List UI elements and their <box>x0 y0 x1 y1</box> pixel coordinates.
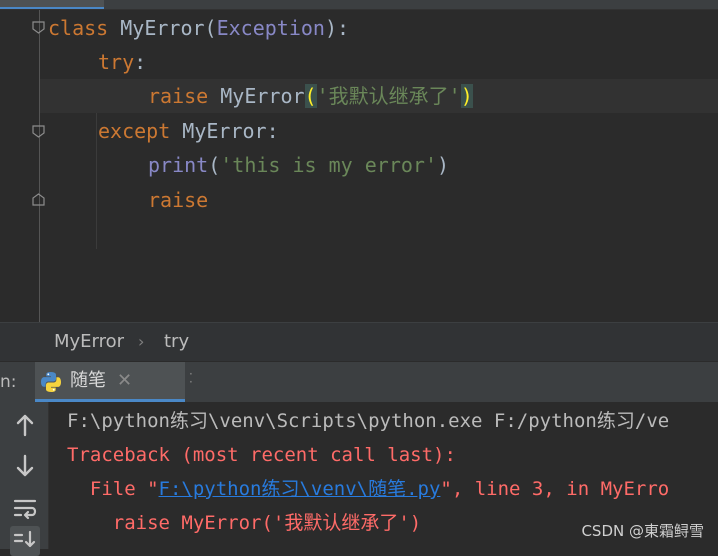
punctuation: : <box>134 50 147 74</box>
fold-end-marker-icon[interactable] <box>32 193 45 206</box>
breadcrumb-item-class[interactable]: MyError <box>54 323 124 361</box>
keyword-try: try <box>98 50 135 74</box>
editor-tab-active[interactable] <box>0 0 104 9</box>
keyword-except: except <box>98 119 171 143</box>
console-traceback-file-line: File "F:\python练习\venv\随笔.py", line 3, i… <box>67 472 669 506</box>
punctuation: ): <box>324 16 350 40</box>
breadcrumb: MyError › try <box>0 322 718 361</box>
arrow-down-icon[interactable] <box>10 451 40 481</box>
code-line-5[interactable]: print('this is my error') <box>148 148 449 182</box>
matched-paren: ( <box>304 84 317 108</box>
string-literal: '我默认继承了' <box>316 84 461 108</box>
arrow-up-icon[interactable] <box>10 410 40 440</box>
scroll-to-end-icon[interactable] <box>10 526 40 556</box>
builtin-function: print <box>148 153 209 177</box>
drag-handle-icon: · · <box>189 367 193 389</box>
close-icon[interactable]: ✕ <box>117 362 132 400</box>
class-name: MyError <box>208 84 305 108</box>
breadcrumb-separator-icon: › <box>138 332 145 351</box>
class-name: MyError( <box>108 16 217 40</box>
code-line-1[interactable]: class MyError(Exception): <box>48 11 349 45</box>
indent-guide <box>96 113 97 249</box>
fold-marker-icon[interactable] <box>32 21 45 34</box>
code-line-4[interactable]: except MyError: <box>98 114 279 148</box>
punctuation: ( <box>208 153 221 177</box>
breadcrumb-item-try[interactable]: try <box>164 323 189 361</box>
run-tab-label: 随笔 <box>70 370 106 391</box>
editor-tab-strip <box>0 0 718 10</box>
keyword-raise: raise <box>148 188 209 212</box>
base-class: Exception <box>216 16 325 40</box>
punctuation: ) <box>437 153 450 177</box>
soft-wrap-icon[interactable] <box>10 493 40 523</box>
string-literal: 'this is my error' <box>220 153 438 177</box>
run-window-label: n: <box>0 372 17 392</box>
traceback-file-prefix: File " <box>67 478 159 500</box>
run-tool-window-header: n: 随笔 ✕ · · <box>0 361 718 402</box>
code-line-3[interactable]: raise MyError('我默认继承了') <box>148 79 473 113</box>
console-traceback-code-line: raise MyError('我默认继承了') <box>67 512 422 534</box>
gutter-separator <box>39 10 40 322</box>
class-name: MyError: <box>170 119 279 143</box>
run-tab[interactable]: 随笔 ✕ <box>35 362 185 402</box>
matched-paren: ) <box>460 84 473 108</box>
traceback-file-link[interactable]: F:\python练习\venv\随笔.py <box>159 478 441 500</box>
console-traceback-header: Traceback (most recent call last): <box>67 444 456 466</box>
run-side-toolbar <box>0 402 49 556</box>
python-icon <box>41 372 61 392</box>
code-editor[interactable]: class MyError(Exception): try: raise MyE… <box>0 0 718 322</box>
traceback-file-suffix: ", line 3, in MyErro <box>440 478 670 500</box>
keyword-class: class <box>48 16 109 40</box>
code-line-2[interactable]: try: <box>98 45 146 79</box>
keyword-raise: raise <box>148 84 209 108</box>
console-command-line: F:\python练习\venv\Scripts\python.exe F:/p… <box>67 410 670 432</box>
fold-marker-icon[interactable] <box>32 125 45 138</box>
watermark: CSDN @東霜鲟雪 <box>581 522 704 540</box>
code-line-6[interactable]: raise <box>148 183 208 217</box>
